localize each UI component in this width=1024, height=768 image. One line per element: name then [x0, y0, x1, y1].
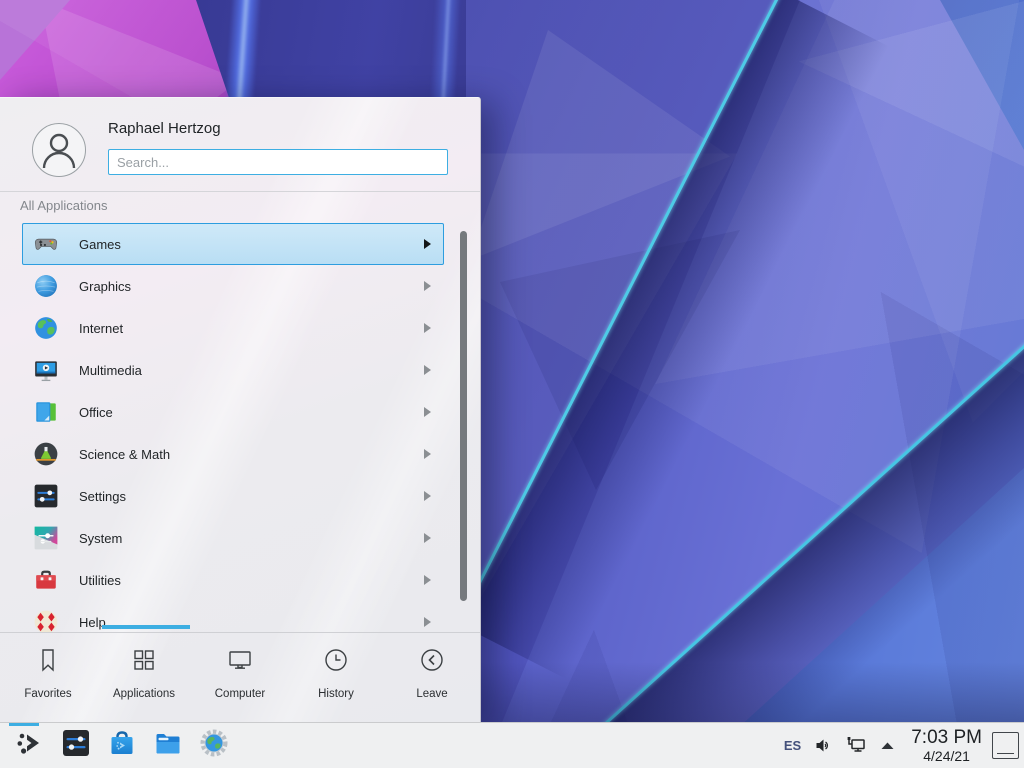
category-list: Games Graphics Internet Multimedia [0, 223, 480, 632]
category-label: Graphics [79, 279, 424, 294]
digital-clock[interactable]: 7:03 PM 4/24/21 [911, 728, 982, 763]
category-row-utilities[interactable]: Utilities [22, 559, 444, 601]
active-tab-indicator [102, 625, 190, 629]
category-label: Settings [79, 489, 424, 504]
tab-label: History [318, 688, 354, 700]
launcher-header: Raphael Hertzog [0, 98, 480, 192]
lifebuoy-icon [33, 609, 59, 632]
tab-applications[interactable]: Applications [96, 633, 192, 724]
clock-date: 4/24/21 [911, 749, 982, 763]
category-label: Science & Math [79, 447, 424, 462]
system-tray: ES [784, 736, 895, 755]
category-label: Multimedia [79, 363, 424, 378]
wallpaper-shadow-band [480, 662, 1024, 722]
tab-history[interactable]: History [288, 633, 384, 724]
search-input[interactable] [108, 149, 448, 175]
category-label: Internet [79, 321, 424, 336]
chevron-right-icon [424, 449, 431, 459]
web-browser-button[interactable] [198, 730, 230, 762]
discover-icon [107, 728, 137, 763]
tab-label: Leave [416, 688, 447, 700]
sliders-icon [33, 483, 59, 509]
flask-icon [33, 441, 59, 467]
system-sliders-icon [33, 525, 59, 551]
toolbox-icon [33, 567, 59, 593]
chevron-right-icon [424, 239, 431, 249]
folder-icon [153, 728, 183, 763]
chevron-right-icon [424, 365, 431, 375]
tab-label: Applications [113, 688, 175, 700]
category-row-office[interactable]: Office [22, 391, 444, 433]
launcher-tab-bar: Favorites Applications Computer History … [0, 632, 480, 724]
taskbar-panel: ES 7:03 PM 4/24/21 [0, 722, 1024, 768]
globe-gear-icon [199, 728, 229, 763]
volume-icon[interactable] [814, 736, 833, 755]
computer-icon [226, 646, 254, 679]
clock-time: 7:03 PM [911, 728, 982, 747]
category-row-games[interactable]: Games [22, 223, 444, 265]
chevron-right-icon [424, 323, 431, 333]
bookmark-icon [34, 646, 62, 679]
keyboard-layout-indicator[interactable]: ES [784, 738, 801, 753]
chevron-right-icon [424, 491, 431, 501]
discover-button[interactable] [106, 730, 138, 762]
category-row-system[interactable]: System [22, 517, 444, 559]
chevron-right-icon [424, 617, 431, 627]
kde-launcher-icon [15, 728, 45, 763]
history-clock-icon [322, 646, 350, 679]
chevron-right-icon [424, 575, 431, 585]
tray-expand-arrow-icon[interactable] [880, 741, 895, 751]
tab-label: Favorites [24, 688, 71, 700]
category-label: System [79, 531, 424, 546]
leave-icon [418, 646, 446, 679]
document-icon [33, 399, 59, 425]
launcher-active-indicator [9, 723, 39, 726]
category-row-science-math[interactable]: Science & Math [22, 433, 444, 475]
gamepad-icon [33, 231, 59, 257]
list-scrollbar[interactable] [460, 231, 467, 601]
category-label: Utilities [79, 573, 424, 588]
dolphin-button[interactable] [152, 730, 184, 762]
chevron-right-icon [424, 281, 431, 291]
category-row-internet[interactable]: Internet [22, 307, 444, 349]
category-row-help[interactable]: Help [22, 601, 444, 632]
monitor-play-icon [33, 357, 59, 383]
user-avatar-icon[interactable] [32, 123, 86, 177]
category-row-multimedia[interactable]: Multimedia [22, 349, 444, 391]
show-desktop-button[interactable] [992, 732, 1019, 759]
app-grid-icon [130, 646, 158, 679]
system-settings-button[interactable] [60, 730, 92, 762]
sphere-icon [33, 273, 59, 299]
category-label: Office [79, 405, 424, 420]
system-settings-icon [61, 728, 91, 763]
section-label: All Applications [20, 198, 107, 213]
network-icon[interactable] [846, 736, 867, 755]
chevron-right-icon [424, 407, 431, 417]
kickoff-launcher-button[interactable] [14, 730, 46, 762]
tab-leave[interactable]: Leave [384, 633, 480, 724]
globe-icon [33, 315, 59, 341]
category-label: Games [79, 237, 424, 252]
category-row-settings[interactable]: Settings [22, 475, 444, 517]
category-row-graphics[interactable]: Graphics [22, 265, 444, 307]
tab-computer[interactable]: Computer [192, 633, 288, 724]
tab-label: Computer [215, 688, 266, 700]
user-name: Raphael Hertzog [108, 120, 221, 137]
tab-favorites[interactable]: Favorites [0, 633, 96, 724]
chevron-right-icon [424, 533, 431, 543]
application-launcher-popup: Raphael Hertzog All Applications Games G… [0, 97, 481, 722]
